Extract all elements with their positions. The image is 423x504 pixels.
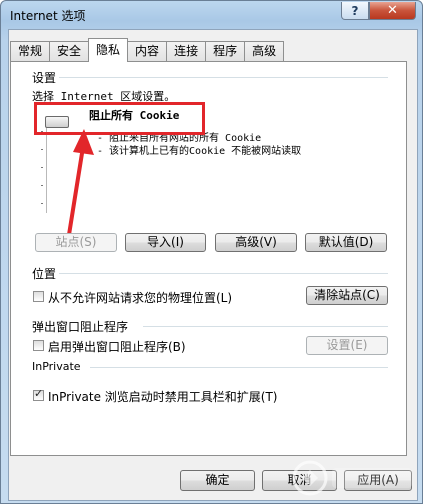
tab-security[interactable]: 安全 — [49, 41, 90, 62]
ok-button[interactable]: 确定 — [180, 470, 255, 491]
popup-heading: 弹出窗口阻止程序 — [32, 320, 129, 334]
tab-advanced[interactable]: 高级 — [244, 41, 285, 62]
slider-tick — [41, 149, 43, 150]
settings-heading: 设置 — [32, 71, 57, 85]
tab-privacy[interactable]: 隐私 — [88, 38, 129, 62]
slider-tick — [41, 167, 43, 168]
level-description-2: - 该计算机上已有的Cookie 不能被网站读取 — [97, 146, 302, 157]
inprivate-disable-toolbars-label: InPrivate 浏览启动时禁用工具栏和扩展(T) — [48, 390, 278, 404]
slider-tick — [41, 185, 43, 186]
title-bar[interactable]: Internet 选项 ? ✕ — [1, 1, 422, 29]
location-heading: 位置 — [32, 267, 57, 281]
default-button[interactable]: 默认值(D) — [305, 233, 387, 252]
import-button[interactable]: 导入(I) — [125, 233, 206, 252]
internet-options-window: Internet 选项 ? ✕ 常规 安全 隐私 内容 连接 程序 高级 设置 … — [0, 0, 423, 504]
help-icon: ? — [351, 3, 359, 18]
close-button[interactable]: ✕ — [369, 2, 416, 20]
tab-connections[interactable]: 连接 — [166, 41, 207, 62]
tab-strip: 常规 安全 隐私 内容 连接 程序 高级 — [10, 38, 285, 62]
tab-programs[interactable]: 程序 — [205, 41, 246, 62]
clear-sites-button[interactable]: 清除站点(C) — [306, 286, 388, 305]
popup-divider — [143, 326, 388, 327]
enable-popup-blocker-label: 启用弹出窗口阻止程序(B) — [48, 340, 186, 354]
cancel-button[interactable]: 取消 — [262, 470, 337, 491]
never-allow-location-checkbox[interactable] — [33, 291, 44, 302]
tab-general[interactable]: 常规 — [10, 41, 51, 62]
inprivate-disable-toolbars-checkbox[interactable] — [33, 387, 44, 401]
inprivate-divider — [90, 367, 388, 368]
tab-content[interactable]: 内容 — [127, 41, 168, 62]
help-button[interactable]: ? — [341, 2, 369, 20]
sites-button[interactable]: 站点(S) — [35, 233, 117, 252]
popup-settings-button[interactable]: 设置(E) — [306, 336, 388, 355]
inprivate-heading: InPrivate — [32, 360, 81, 373]
close-icon: ✕ — [387, 3, 398, 18]
location-divider — [59, 273, 388, 274]
never-allow-location-label: 从不允许网站请求您的物理位置(L) — [48, 291, 233, 305]
advanced-button[interactable]: 高级(V) — [215, 233, 297, 252]
apply-button[interactable]: 应用(A) — [344, 470, 412, 491]
window-title: Internet 选项 — [10, 9, 86, 23]
settings-divider — [59, 77, 388, 78]
enable-popup-blocker-checkbox[interactable] — [33, 340, 44, 351]
slider-tick — [41, 203, 43, 204]
annotation-arrow-icon — [66, 129, 94, 243]
